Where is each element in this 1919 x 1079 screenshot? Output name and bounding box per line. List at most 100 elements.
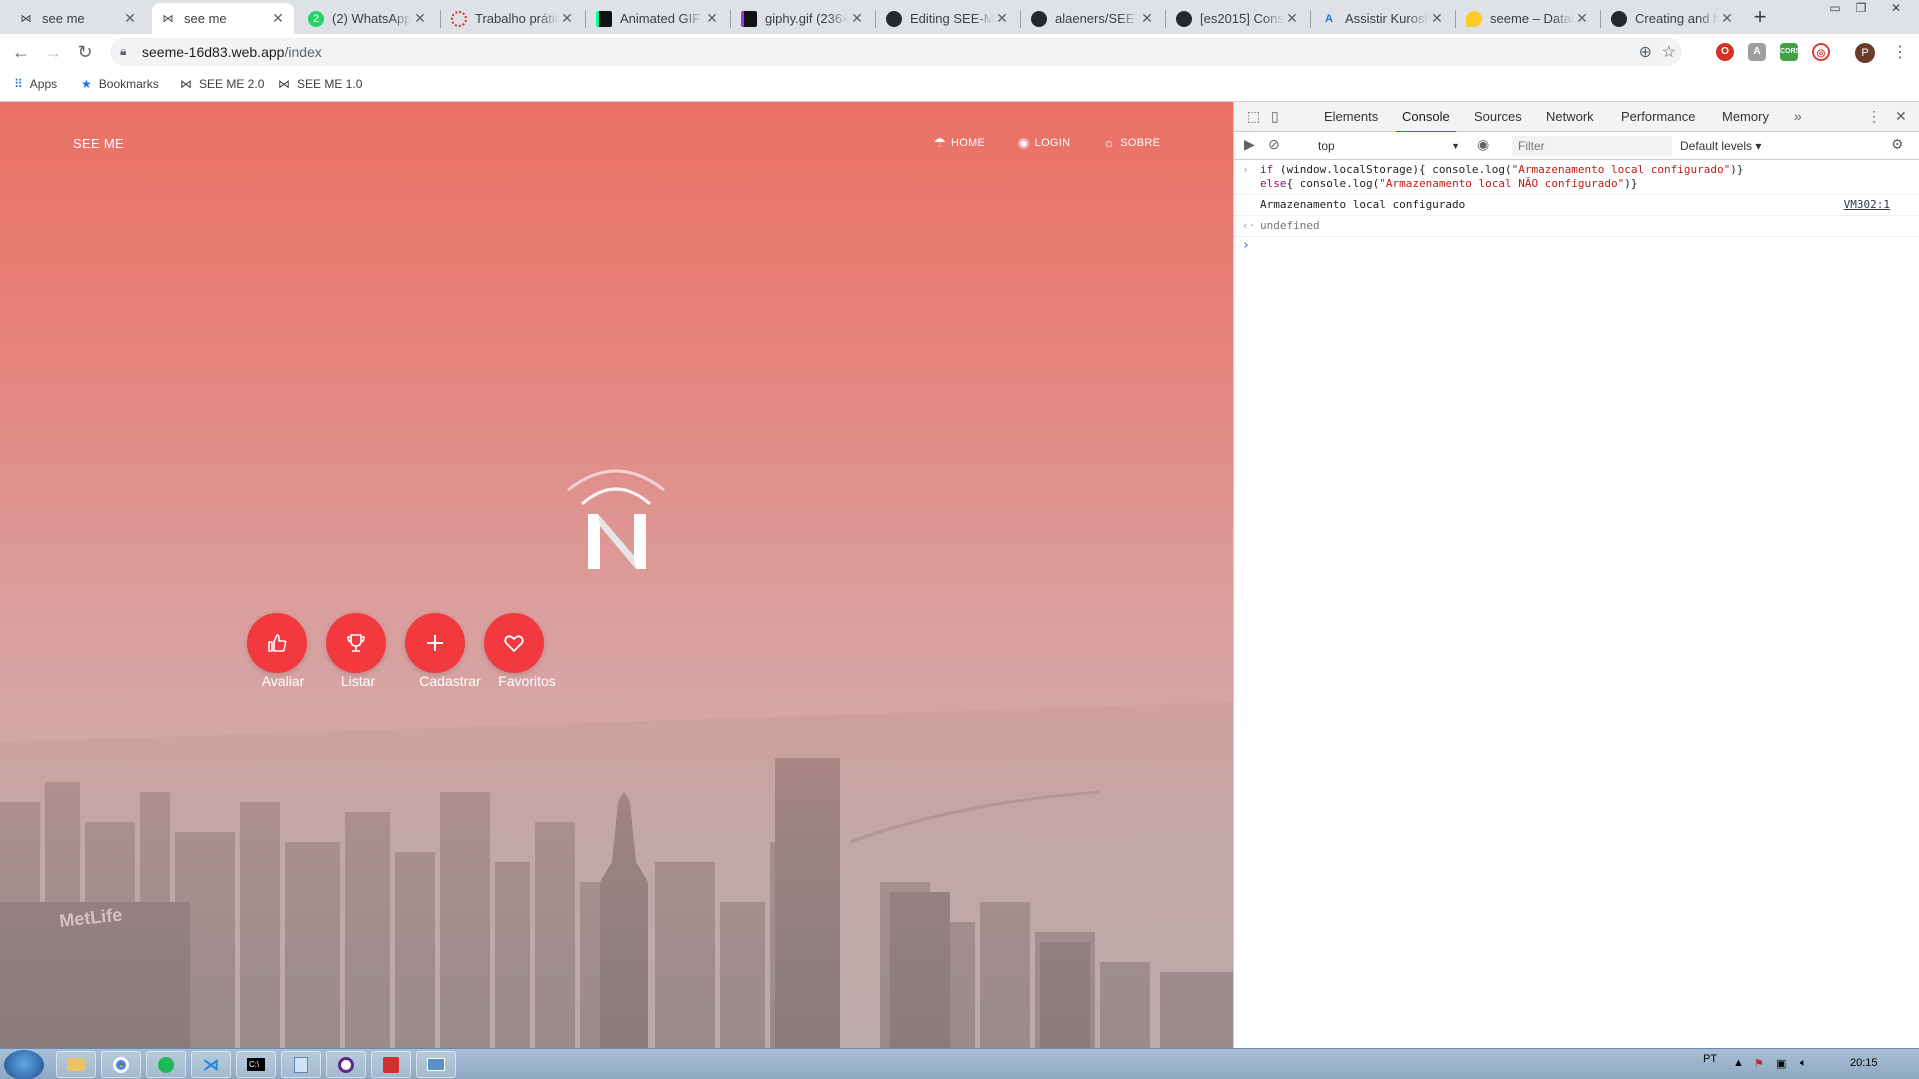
- vscode-icon[interactable]: ⋊: [191, 1051, 231, 1078]
- obs-icon[interactable]: [326, 1051, 366, 1078]
- trophy-icon: [347, 634, 365, 652]
- log-source-link[interactable]: VM302:1: [1844, 198, 1890, 212]
- nav-sobre[interactable]: ☼ SOBRE: [1103, 135, 1160, 150]
- tab-alaeners[interactable]: alaeners/SEE-M ✕: [1023, 3, 1163, 34]
- window-close-icon[interactable]: ✕: [1878, 0, 1914, 20]
- tab-performance[interactable]: Performance: [1621, 109, 1695, 124]
- cadastrar-button[interactable]: [405, 613, 465, 673]
- close-icon[interactable]: ✕: [704, 10, 720, 27]
- tab-seeme-database[interactable]: seeme – Datab ✕: [1458, 3, 1598, 34]
- inspect-icon[interactable]: ⬚: [1247, 108, 1260, 125]
- favoritos-button[interactable]: [484, 613, 544, 673]
- devtools-close-icon[interactable]: ✕: [1895, 108, 1907, 125]
- forward-button[interactable]: →: [41, 40, 65, 64]
- cors-ext-icon[interactable]: CORS: [1780, 43, 1800, 61]
- tab-editing[interactable]: Editing SEE-ME ✕: [878, 3, 1018, 34]
- tab-trabalho[interactable]: Trabalho prátic ✕: [443, 3, 583, 34]
- close-icon[interactable]: ✕: [1139, 10, 1155, 27]
- bookmark-bookmarks[interactable]: ★ Bookmarks: [81, 77, 159, 91]
- bookmark-star-icon[interactable]: ☆: [1662, 42, 1676, 62]
- address-bar[interactable]: 🔒︎ seeme-16d83.web.app/index ⊕ ☆: [110, 38, 1682, 66]
- close-icon[interactable]: ✕: [122, 10, 138, 27]
- notepad-icon[interactable]: [281, 1051, 321, 1078]
- terminal-icon[interactable]: C:\: [236, 1051, 276, 1078]
- more-tabs-icon[interactable]: »: [1794, 108, 1802, 124]
- language-indicator[interactable]: PT: [1703, 1053, 1717, 1065]
- console-prompt[interactable]: ›: [1234, 237, 1919, 257]
- pdf-ext-icon[interactable]: A: [1748, 43, 1766, 61]
- brand-logo-text[interactable]: SEE ME: [73, 136, 124, 151]
- bookmark-see-me-1[interactable]: ⋈ SEE ME 1.0: [278, 77, 362, 91]
- nav-login[interactable]: ◉ LOGIN: [1018, 135, 1070, 151]
- restore-icon[interactable]: ❐: [1848, 0, 1874, 20]
- tab-title: see me: [184, 11, 227, 26]
- acrobat-icon[interactable]: [371, 1051, 411, 1078]
- tab-es2015[interactable]: [es2015] Const ✕: [1168, 3, 1308, 34]
- more-vert-icon[interactable]: ⋮: [1892, 42, 1908, 62]
- close-icon[interactable]: ✕: [1719, 10, 1735, 27]
- tab-whatsapp[interactable]: 2 (2) WhatsApp ✕: [300, 3, 436, 34]
- avaliar-button[interactable]: [247, 613, 307, 673]
- close-icon[interactable]: ✕: [559, 10, 575, 27]
- console-settings-icon[interactable]: ⚙: [1891, 136, 1904, 153]
- whatsapp-icon: 2: [308, 10, 324, 27]
- tab-animated-gif[interactable]: Animated GIF - ✕: [588, 3, 728, 34]
- tab-see-me-1[interactable]: ⋈ see me ✕: [10, 3, 146, 34]
- gradient-overlay: [0, 102, 1233, 1048]
- tab-giphy[interactable]: giphy.gif (236× ✕: [733, 3, 873, 34]
- clear-console-icon[interactable]: ⊘: [1268, 136, 1280, 153]
- close-icon[interactable]: ✕: [994, 10, 1010, 27]
- bookmark-apps[interactable]: ⠿ Apps: [14, 77, 57, 91]
- red-ext-icon[interactable]: ◎: [1812, 43, 1830, 61]
- devtools-tabbar: ⬚ ▯ Elements Console Sources Network Per…: [1234, 102, 1919, 133]
- screen: { "browser": { "tabs": [ {"title": "see …: [0, 0, 1919, 1079]
- install-icon[interactable]: ⊕: [1639, 42, 1652, 62]
- levels-select[interactable]: Default levels ▾: [1680, 136, 1761, 156]
- clock[interactable]: 20:15: [1850, 1057, 1878, 1069]
- tab-title: Creating and h: [1635, 11, 1719, 26]
- explorer-icon[interactable]: [56, 1051, 96, 1078]
- remote-desktop-icon[interactable]: [416, 1051, 456, 1078]
- device-toggle-icon[interactable]: ▯: [1271, 108, 1279, 125]
- tab-title: seeme – Datab: [1490, 11, 1574, 26]
- close-icon[interactable]: ✕: [1429, 10, 1445, 27]
- filter-input[interactable]: Filter: [1512, 136, 1672, 156]
- listar-button[interactable]: [326, 613, 386, 673]
- close-icon[interactable]: ✕: [270, 10, 286, 27]
- close-icon[interactable]: ✕: [1284, 10, 1300, 27]
- nav-home[interactable]: ☂ HOME: [934, 135, 985, 151]
- start-button[interactable]: [4, 1050, 44, 1079]
- close-icon[interactable]: ✕: [412, 10, 428, 27]
- close-icon[interactable]: ✕: [1574, 10, 1590, 27]
- tab-strip: ⋈ see me ✕ ⋈ see me ✕ 2 (2) WhatsApp ✕ T…: [0, 0, 1919, 34]
- tab-see-me-2[interactable]: ⋈ see me ✕: [152, 3, 294, 34]
- devtools-menu-icon[interactable]: ⋮: [1867, 108, 1881, 125]
- reload-button[interactable]: ↻: [73, 40, 97, 64]
- close-icon[interactable]: ✕: [849, 10, 865, 27]
- tab-network[interactable]: Network: [1546, 109, 1594, 124]
- new-tab-button[interactable]: +: [1748, 4, 1772, 30]
- tab-console[interactable]: Console: [1396, 109, 1456, 133]
- tab-creating[interactable]: Creating and h ✕: [1603, 3, 1743, 34]
- bookmark-see-me-2[interactable]: ⋈ SEE ME 2.0: [180, 77, 264, 91]
- action-center-icon[interactable]: ⚑: [1754, 1057, 1764, 1070]
- context-select[interactable]: top ▼: [1314, 136, 1464, 156]
- back-button[interactable]: ←: [9, 40, 33, 64]
- sidebar-toggle-icon[interactable]: ▶: [1244, 136, 1255, 153]
- spotify-icon[interactable]: [146, 1051, 186, 1078]
- eye-icon[interactable]: ◉: [1477, 136, 1489, 153]
- tab-memory[interactable]: Memory: [1722, 109, 1769, 124]
- umbrella-icon: ☂: [934, 135, 946, 150]
- tab-elements[interactable]: Elements: [1324, 109, 1378, 124]
- minimize-icon[interactable]: ▭: [1822, 0, 1848, 20]
- tab-kurosh[interactable]: A Assistir Kurosh ✕: [1313, 3, 1453, 34]
- tab-sources[interactable]: Sources: [1474, 109, 1522, 124]
- chrome-icon[interactable]: [101, 1051, 141, 1078]
- network-icon[interactable]: ▣: [1776, 1057, 1786, 1070]
- opera-ext-icon[interactable]: O: [1716, 43, 1734, 61]
- console-input-entry[interactable]: › if (window.localStorage){ console.log(…: [1234, 160, 1919, 195]
- volume-icon[interactable]: 🔈︎: [1800, 1057, 1807, 1070]
- avatar[interactable]: P: [1855, 43, 1875, 63]
- levels-label: Default levels: [1680, 139, 1753, 153]
- tray-expand-icon[interactable]: ▲: [1733, 1057, 1744, 1069]
